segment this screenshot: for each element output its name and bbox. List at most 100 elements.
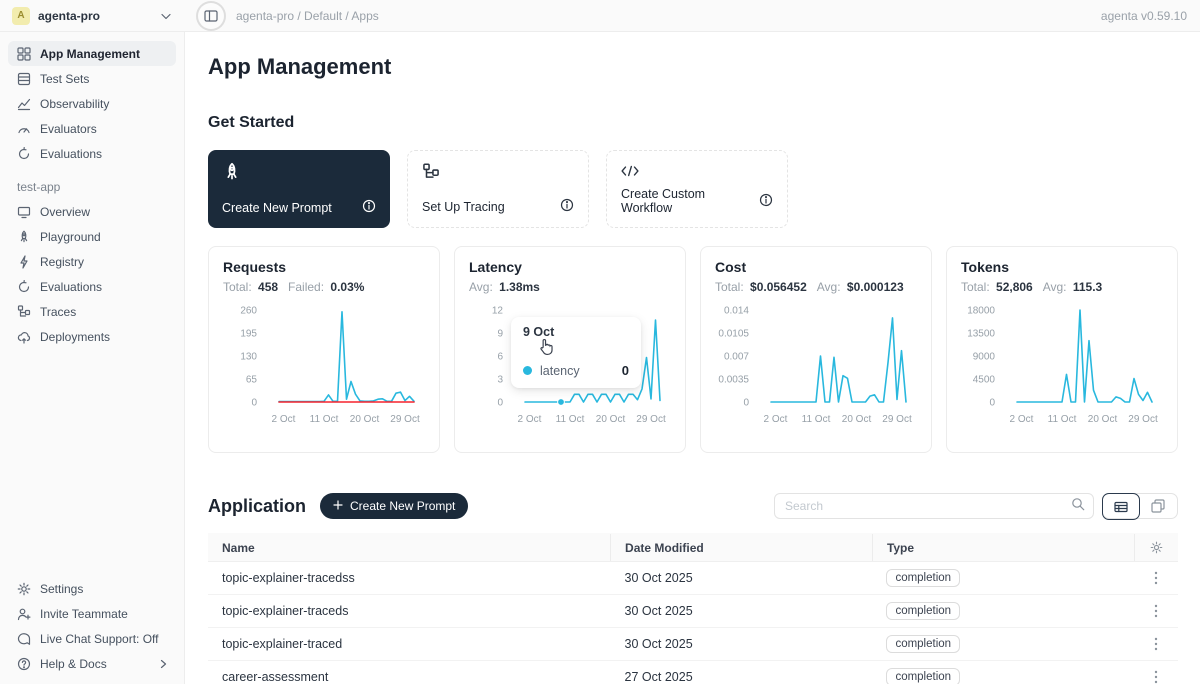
get-started-cards: Create New Prompt Set Up Tracing Create … <box>208 150 1178 228</box>
sidebar-item-observability[interactable]: Observability <box>8 91 176 116</box>
more-options-icon[interactable] <box>1148 670 1164 684</box>
svg-text:11 Oct: 11 Oct <box>310 414 339 425</box>
tokens-chart[interactable]: 04500900013500180002 Oct11 Oct20 Oct29 O… <box>961 302 1163 439</box>
stat: Avg: 1.38ms <box>469 280 540 294</box>
rocket-icon <box>222 162 376 187</box>
breadcrumb[interactable]: agenta-pro / Default / Apps <box>236 9 379 23</box>
sidebar-item-label: Evaluations <box>40 147 102 161</box>
svg-text:20 Oct: 20 Oct <box>1088 414 1118 425</box>
svg-text:13500: 13500 <box>967 329 995 340</box>
create-custom-workflow-card[interactable]: Create Custom Workflow <box>606 150 788 228</box>
svg-text:29 Oct: 29 Oct <box>390 414 420 425</box>
svg-text:0: 0 <box>251 398 257 409</box>
card-label: Create Custom Workflow <box>621 187 759 215</box>
sidebar-item-overview[interactable]: Overview <box>8 199 176 224</box>
svg-text:11 Oct: 11 Oct <box>556 414 585 425</box>
table-row[interactable]: topic-explainer-tracedss 30 Oct 2025 com… <box>208 562 1178 595</box>
sidebar-item-settings[interactable]: Settings <box>8 576 176 601</box>
sidebar-item-evaluations[interactable]: Evaluations <box>8 141 176 166</box>
top-bar: A agenta-pro agenta-pro / Default / Apps… <box>0 0 1200 32</box>
more-options-icon[interactable] <box>1148 604 1164 618</box>
stat: Failed: 0.03% <box>288 280 364 294</box>
invite-teammate-icon <box>17 607 31 621</box>
svg-text:9000: 9000 <box>973 352 996 363</box>
code-icon <box>621 163 773 184</box>
svg-text:2 Oct: 2 Oct <box>518 414 542 425</box>
svg-text:65: 65 <box>246 375 258 386</box>
sidebar-item-traces[interactable]: Traces <box>8 299 176 324</box>
table-row[interactable]: topic-explainer-traceds 30 Oct 2025 comp… <box>208 595 1178 628</box>
app-section-label: test-app <box>8 180 176 194</box>
cost-chart[interactable]: 00.00350.0070.01050.0142 Oct11 Oct20 Oct… <box>715 302 917 439</box>
sidebar-item-app-management[interactable]: App Management <box>8 41 176 66</box>
info-icon[interactable] <box>759 193 773 210</box>
workspace-name: agenta-pro <box>38 9 153 23</box>
series-dot <box>523 366 532 375</box>
svg-text:195: 195 <box>240 329 257 340</box>
tooltip-date: 9 Oct <box>523 325 629 339</box>
search-input[interactable] <box>785 499 1071 513</box>
sidebar-item-registry[interactable]: Registry <box>8 249 176 274</box>
more-options-icon[interactable] <box>1148 637 1164 651</box>
metric-title: Cost <box>715 259 917 275</box>
row-actions <box>1134 628 1178 661</box>
svg-text:2 Oct: 2 Oct <box>764 414 788 425</box>
stat: Total: $0.056452 <box>715 280 807 294</box>
application-header: Application Create New Prompt <box>208 493 1178 519</box>
sidebar-item-evaluations-app[interactable]: Evaluations <box>8 274 176 299</box>
card-label: Set Up Tracing <box>422 200 505 214</box>
chat-bubble-icon <box>17 632 31 646</box>
app-name[interactable]: topic-explainer-traced <box>208 628 611 661</box>
tooltip-row: latency 0 <box>523 363 629 378</box>
create-new-prompt-card[interactable]: Create New Prompt <box>208 150 390 228</box>
svg-text:0.007: 0.007 <box>724 352 749 363</box>
get-started-title: Get Started <box>208 114 1178 132</box>
row-actions <box>1134 562 1178 595</box>
tooltip-series-label: latency <box>540 364 580 378</box>
svg-text:2 Oct: 2 Oct <box>272 414 296 425</box>
mouse-cursor-icon <box>538 338 555 361</box>
tracing-tree-icon <box>422 163 574 186</box>
info-icon[interactable] <box>560 198 574 215</box>
sidebar-item-live-chat[interactable]: Live Chat Support: Off <box>8 626 176 651</box>
sidebar-item-invite-teammate[interactable]: Invite Teammate <box>8 601 176 626</box>
card-view-icon <box>1151 499 1165 513</box>
help-icon <box>17 657 31 671</box>
card-view-button[interactable] <box>1139 494 1177 518</box>
create-button-label: Create New Prompt <box>350 499 455 513</box>
sidebar-item-playground[interactable]: Playground <box>8 224 176 249</box>
type-badge: completion <box>886 569 960 587</box>
type-badge: completion <box>886 635 960 653</box>
table-view-button[interactable] <box>1102 493 1140 520</box>
sidebar-toggle-button[interactable] <box>202 7 220 25</box>
app-name[interactable]: topic-explainer-traceds <box>208 595 611 628</box>
sidebar-item-evaluators[interactable]: Evaluators <box>8 116 176 141</box>
svg-text:130: 130 <box>240 352 257 363</box>
table-row[interactable]: topic-explainer-traced 30 Oct 2025 compl… <box>208 628 1178 661</box>
svg-text:9: 9 <box>497 329 503 340</box>
stat: Total: 52,806 <box>961 280 1033 294</box>
app-type-cell: completion <box>872 562 1134 595</box>
sidebar-item-label: Help & Docs <box>40 657 107 671</box>
set-up-tracing-card[interactable]: Set Up Tracing <box>407 150 589 228</box>
table-row[interactable]: career-assessment 27 Oct 2025 completion <box>208 661 1178 684</box>
sidebar-item-test-sets[interactable]: Test Sets <box>8 66 176 91</box>
sidebar-item-deployments[interactable]: Deployments <box>8 324 176 349</box>
table-settings-gear-icon[interactable] <box>1149 541 1164 554</box>
app-name[interactable]: topic-explainer-tracedss <box>208 562 611 595</box>
svg-text:18000: 18000 <box>967 306 995 317</box>
lightning-icon <box>17 255 31 269</box>
more-options-icon[interactable] <box>1148 571 1164 585</box>
sidebar-item-help-docs[interactable]: Help & Docs <box>8 651 176 676</box>
stat: Avg: 115.3 <box>1043 280 1103 294</box>
create-new-prompt-button[interactable]: Create New Prompt <box>320 493 468 519</box>
main-content: App Management Get Started Create New Pr… <box>185 32 1200 684</box>
info-icon[interactable] <box>362 199 376 216</box>
workspace-selector[interactable]: A agenta-pro <box>0 7 185 25</box>
metric-stats: Total: $0.056452Avg: $0.000123 <box>715 280 917 294</box>
app-name[interactable]: career-assessment <box>208 661 611 684</box>
search-icon[interactable] <box>1071 497 1085 516</box>
stat: Total: 458 <box>223 280 278 294</box>
requests-chart[interactable]: 0651301952602 Oct11 Oct20 Oct29 Oct <box>223 302 425 439</box>
table-view-icon <box>1114 500 1128 514</box>
